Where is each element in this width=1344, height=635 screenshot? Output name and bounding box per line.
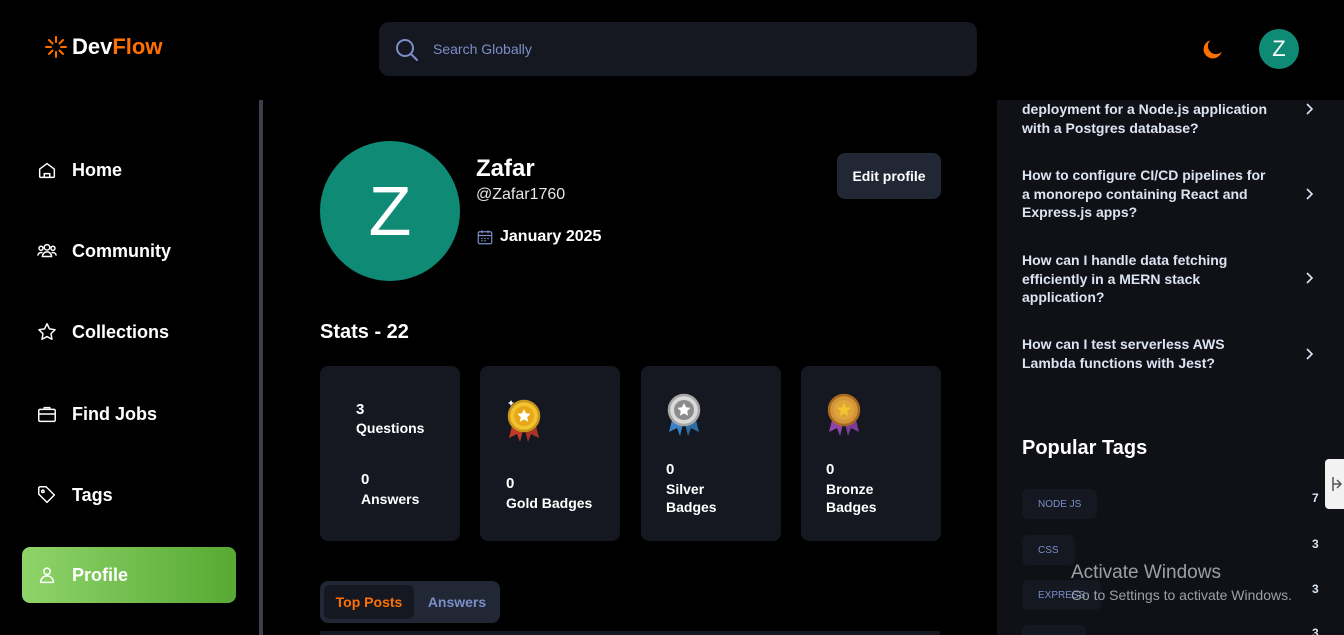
- user-icon: [39, 567, 55, 584]
- hot-question-1[interactable]: deployment for a Node.js application wit…: [1022, 100, 1272, 137]
- tag-count: 3: [1312, 626, 1319, 635]
- expand-icon: [1332, 477, 1343, 491]
- logo-text-flow: Flow: [112, 34, 163, 59]
- silver-badges-label-1: Silver: [666, 481, 705, 497]
- search-icon: [396, 39, 418, 61]
- question-line: application?: [1022, 289, 1105, 305]
- user-avatar[interactable]: Z: [1259, 29, 1299, 69]
- tag-pill-css[interactable]: CSS: [1022, 535, 1075, 565]
- question-line: Express.js apps?: [1022, 204, 1138, 220]
- sidebar-item-label: Community: [72, 240, 171, 261]
- gold-badges-label: Gold Badges: [506, 495, 593, 511]
- silver-badges-count: 0: [666, 461, 675, 478]
- side-panel-handle[interactable]: [1325, 459, 1344, 509]
- tag-icon: [38, 486, 56, 504]
- profile-tabs: Top Posts Answers: [320, 581, 500, 623]
- stat-card-questions-answers: 3 Questions 0 Answers: [320, 366, 460, 541]
- home-icon: [38, 162, 56, 179]
- sidebar-item-label: Profile: [72, 564, 129, 585]
- sidebar-item-profile[interactable]: Profile: [22, 547, 236, 603]
- logo-icon: [45, 36, 67, 58]
- question-line: efficiently in a MERN stack: [1022, 270, 1201, 287]
- watermark-subtitle: Go to Settings to activate Windows.: [1071, 587, 1292, 603]
- bronze-medal-icon: [827, 393, 861, 436]
- stat-card-gold-badges: 0 Gold Badges: [480, 366, 620, 541]
- star-icon: [38, 323, 56, 340]
- gold-medal-icon: [507, 399, 541, 442]
- question-line: How can I handle data fetching: [1022, 252, 1228, 268]
- profile-joined-date: January 2025: [476, 228, 601, 246]
- sidebar-item-community[interactable]: Community: [22, 223, 236, 279]
- activate-windows-watermark: Activate Windows Go to Settings to activ…: [1071, 562, 1292, 603]
- tag-pill[interactable]: [1022, 625, 1086, 635]
- users-icon: [37, 243, 57, 258]
- sidebar-item-label: Collections: [72, 321, 170, 342]
- chevron-right-icon[interactable]: [1302, 187, 1316, 201]
- answers-label: Answers: [361, 491, 420, 507]
- sidebar-item-home[interactable]: Home: [22, 142, 236, 198]
- hot-question-2[interactable]: How to configure CI/CD pipelines for a m…: [1022, 166, 1272, 222]
- tag-count: 3: [1312, 582, 1319, 596]
- sidebar-item-tags[interactable]: Tags: [22, 467, 236, 523]
- edit-profile-button[interactable]: Edit profile: [837, 153, 941, 199]
- stat-card-silver-badges: 0 Silver Badges: [641, 366, 781, 541]
- top-navbar: DevFlow Z: [0, 0, 1344, 100]
- question-line: a monorepo containing React and: [1022, 185, 1248, 202]
- moon-icon[interactable]: [1200, 36, 1226, 62]
- joined-date-text: January 2025: [500, 228, 602, 245]
- tag-pill-nodejs[interactable]: NODE JS: [1022, 489, 1098, 519]
- popular-tags-title: Popular Tags: [1022, 437, 1148, 459]
- watermark-title: Activate Windows: [1071, 562, 1221, 583]
- question-line: with a Postgres database?: [1022, 119, 1199, 136]
- post-card-preview: [320, 631, 940, 635]
- question-line: deployment for a Node.js application: [1022, 101, 1268, 117]
- silver-medal-icon: [667, 393, 701, 436]
- questions-label: Questions: [356, 420, 425, 436]
- logo-text-dev: Dev: [72, 34, 113, 59]
- tab-answers[interactable]: Answers: [418, 585, 496, 619]
- stat-card-bronze-badges: 0 Bronze Badges: [801, 366, 941, 541]
- sidebar-item-collections[interactable]: Collections: [22, 304, 236, 360]
- hot-question-3[interactable]: How can I handle data fetching efficient…: [1022, 251, 1272, 307]
- hot-question-4[interactable]: How can I test serverless AWS Lambda fun…: [1022, 335, 1272, 372]
- sidebar-item-find-jobs[interactable]: Find Jobs: [22, 386, 236, 442]
- tag-count: 7: [1312, 491, 1319, 505]
- question-line: How can I test serverless AWS: [1022, 336, 1225, 352]
- question-line: Lambda functions with Jest?: [1022, 354, 1215, 371]
- bronze-badges-count: 0: [826, 461, 835, 478]
- silver-badges-label-2: Badges: [666, 499, 717, 515]
- chevron-right-icon[interactable]: [1302, 271, 1316, 285]
- answers-count: 0: [361, 471, 370, 488]
- tag-count: 3: [1312, 537, 1319, 551]
- bronze-badges-label-2: Badges: [826, 499, 877, 515]
- global-search[interactable]: [379, 22, 977, 76]
- profile-name: Zafar: [476, 155, 535, 182]
- search-input[interactable]: [433, 39, 833, 59]
- sidebar-item-label: Find Jobs: [72, 403, 157, 424]
- bronze-badges-label-1: Bronze: [826, 481, 874, 497]
- sidebar-item-label: Home: [72, 159, 123, 180]
- calendar-icon: [477, 230, 493, 245]
- chevron-right-icon[interactable]: [1302, 102, 1316, 116]
- briefcase-icon: [38, 406, 56, 423]
- sidebar-item-label: Tags: [72, 484, 113, 505]
- chevron-right-icon[interactable]: [1302, 347, 1316, 361]
- stats-title: Stats - 22: [320, 321, 409, 343]
- profile-username: @Zafar1760: [476, 186, 566, 203]
- tab-top-posts[interactable]: Top Posts: [324, 585, 414, 619]
- question-line: How to configure CI/CD pipelines for: [1022, 167, 1266, 183]
- questions-count: 3: [356, 401, 365, 418]
- logo[interactable]: Dev Flow: [44, 34, 162, 60]
- gold-badges-count: 0: [506, 475, 515, 492]
- profile-avatar: Z: [320, 141, 460, 281]
